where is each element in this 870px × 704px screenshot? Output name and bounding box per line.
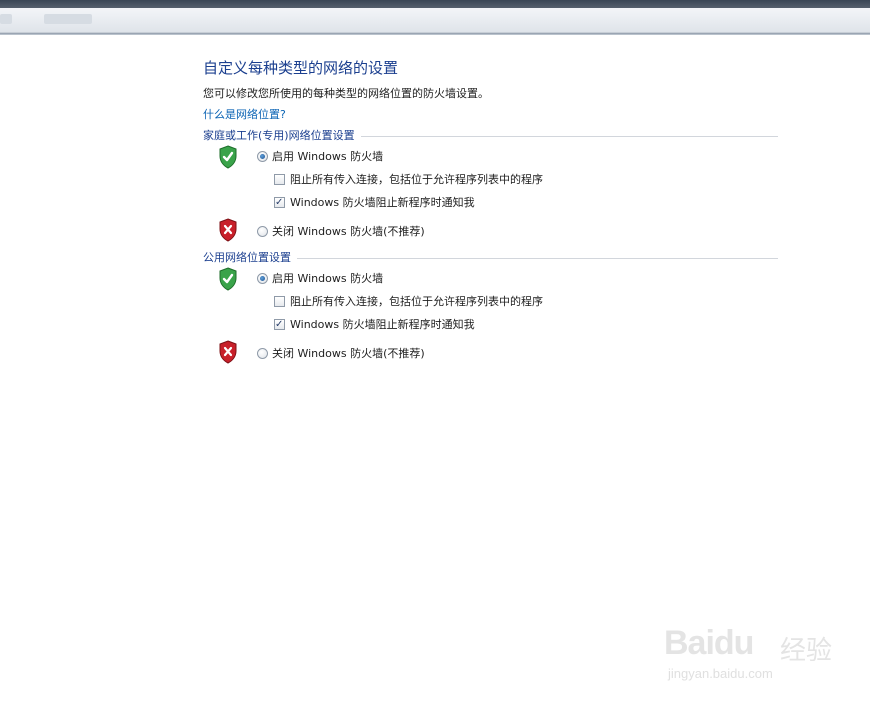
network-location-help-link[interactable]: 什么是网络位置? xyxy=(203,108,286,122)
block-all-row: 阻止所有传入连接，包括位于允许程序列表中的程序 xyxy=(203,292,778,312)
enable-firewall-radio[interactable] xyxy=(257,273,268,284)
enable-firewall-row: 启用 Windows 防火墙 xyxy=(203,267,778,291)
red-shield-x-icon xyxy=(219,340,237,364)
disable-firewall-row: 关闭 Windows 防火墙(不推荐) xyxy=(203,218,778,242)
watermark-url: jingyan.baidu.com xyxy=(668,666,773,681)
notify-row: ✓ Windows 防火墙阻止新程序时通知我 xyxy=(203,193,778,213)
toolbar-divider xyxy=(0,33,870,35)
enable-firewall-radio[interactable] xyxy=(257,151,268,162)
group-header-rule xyxy=(297,257,778,259)
command-bar xyxy=(0,8,870,33)
watermark-brand: Baidu xyxy=(664,624,754,662)
notify-label: Windows 防火墙阻止新程序时通知我 xyxy=(290,196,475,209)
disable-firewall-radio[interactable] xyxy=(257,226,268,237)
toolbar-button[interactable] xyxy=(0,14,12,24)
block-all-label: 阻止所有传入连接，包括位于允许程序列表中的程序 xyxy=(290,295,543,308)
block-all-checkbox[interactable] xyxy=(274,296,285,307)
disable-firewall-label: 关闭 Windows 防火墙(不推荐) xyxy=(272,225,425,238)
group-header-label: 家庭或工作(专用)网络位置设置 xyxy=(203,129,355,142)
page-title: 自定义每种类型的网络的设置 xyxy=(203,59,399,77)
group-header-rule xyxy=(360,135,778,137)
disable-firewall-radio[interactable] xyxy=(257,348,268,359)
watermark-brand-cn: 经验 xyxy=(780,636,833,666)
private-network-section: 家庭或工作(专用)网络位置设置 启用 Windows 防火墙 阻止所有传入连接，… xyxy=(203,129,778,242)
block-all-row: 阻止所有传入连接，包括位于允许程序列表中的程序 xyxy=(203,170,778,190)
disable-firewall-label: 关闭 Windows 防火墙(不推荐) xyxy=(272,347,425,360)
baidu-jingyan-watermark: Baidu 经验 jingyan.baidu.com xyxy=(664,608,844,688)
notify-label: Windows 防火墙阻止新程序时通知我 xyxy=(290,318,475,331)
enable-firewall-label: 启用 Windows 防火墙 xyxy=(272,150,384,163)
public-network-section: 公用网络位置设置 启用 Windows 防火墙 阻止所有传入连接，包括位于允许程… xyxy=(203,251,778,364)
block-all-label: 阻止所有传入连接，包括位于允许程序列表中的程序 xyxy=(290,173,543,186)
disable-firewall-row: 关闭 Windows 防火墙(不推荐) xyxy=(203,340,778,364)
page-description: 您可以修改您所使用的每种类型的网络位置的防火墙设置。 xyxy=(203,87,489,100)
enable-firewall-row: 启用 Windows 防火墙 xyxy=(203,145,778,169)
group-header: 家庭或工作(专用)网络位置设置 xyxy=(203,129,778,143)
group-header: 公用网络位置设置 xyxy=(203,251,778,265)
firewall-settings-panel: 自定义每种类型的网络的设置 您可以修改您所使用的每种类型的网络位置的防火墙设置。… xyxy=(203,58,778,364)
notify-row: ✓ Windows 防火墙阻止新程序时通知我 xyxy=(203,315,778,335)
enable-firewall-label: 启用 Windows 防火墙 xyxy=(272,272,384,285)
group-header-label: 公用网络位置设置 xyxy=(203,251,291,264)
green-shield-check-icon xyxy=(219,267,237,291)
checkmark-icon: ✓ xyxy=(275,197,284,208)
notify-checkbox[interactable]: ✓ xyxy=(274,319,285,330)
checkmark-icon: ✓ xyxy=(275,319,284,330)
toolbar-button[interactable] xyxy=(44,14,92,24)
block-all-checkbox[interactable] xyxy=(274,174,285,185)
notify-checkbox[interactable]: ✓ xyxy=(274,197,285,208)
red-shield-x-icon xyxy=(219,218,237,242)
window-top-strip xyxy=(0,0,870,8)
green-shield-check-icon xyxy=(219,145,237,169)
